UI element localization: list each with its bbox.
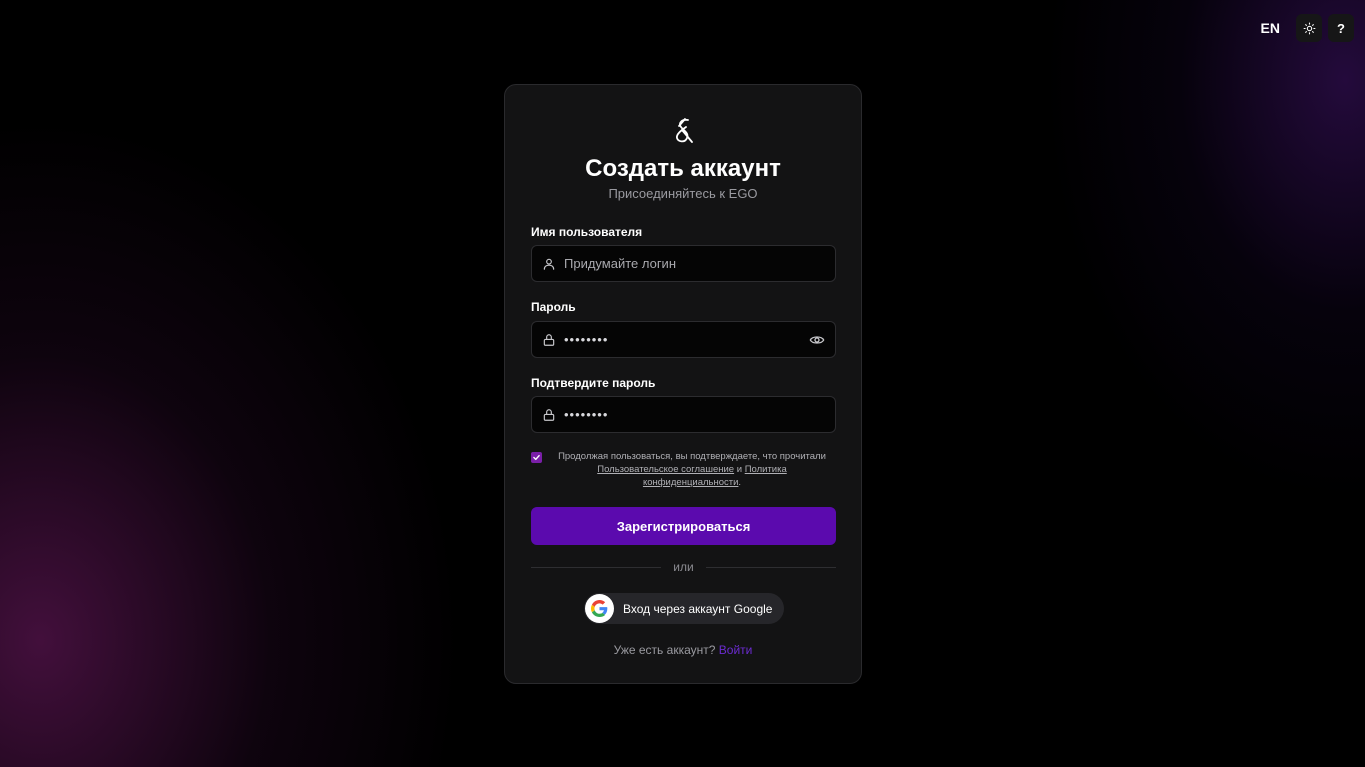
google-logo-icon <box>585 594 614 623</box>
terms-text-before: Продолжая пользоваться, вы подтверждаете… <box>558 451 826 462</box>
terms-conjunction: и <box>736 464 743 475</box>
register-button[interactable]: Зарегистрироваться <box>531 507 836 545</box>
lock-icon <box>543 408 555 421</box>
signup-card: Создать аккаунт Присоединяйтесь к EGO Им… <box>504 84 862 684</box>
ego-logo-icon <box>676 118 693 143</box>
eye-icon[interactable] <box>809 332 825 348</box>
divider-line <box>531 566 662 568</box>
divider-line <box>705 566 837 568</box>
theme-toggle-button[interactable] <box>1296 14 1322 42</box>
divider-text: или <box>673 560 694 574</box>
user-icon <box>543 258 555 270</box>
username-input[interactable] <box>564 256 825 271</box>
terms-checkbox[interactable] <box>531 452 542 463</box>
confirm-password-field[interactable] <box>531 396 836 433</box>
language-switcher[interactable]: EN <box>1251 14 1290 42</box>
lock-icon <box>543 333 555 346</box>
password-input[interactable] <box>564 332 809 347</box>
google-signin-button[interactable]: Вход через аккаунт Google <box>584 593 784 624</box>
page-subtitle: Присоединяйтесь к EGO <box>608 186 758 201</box>
top-toolbar: EN ? <box>1251 14 1354 42</box>
user-agreement-link[interactable]: Пользовательское соглашение <box>597 464 734 475</box>
username-label: Имя пользователя <box>531 225 643 239</box>
login-prompt-text: Уже есть аккаунт? <box>613 643 716 657</box>
password-label: Пароль <box>531 300 576 314</box>
check-icon <box>533 454 540 461</box>
sun-icon <box>1303 22 1315 34</box>
login-prompt: Уже есть аккаунт? Войти <box>505 643 861 657</box>
confirm-password-label: Подтвердите пароль <box>531 376 656 390</box>
terms-text: Продолжая пользоваться, вы подтверждаете… <box>548 450 836 489</box>
login-link[interactable]: Войти <box>719 643 753 657</box>
terms-period: . <box>738 477 742 488</box>
confirm-password-input[interactable] <box>564 407 825 422</box>
or-divider: или <box>531 559 837 575</box>
password-field[interactable] <box>531 321 836 358</box>
page-title: Создать аккаунт <box>585 155 781 182</box>
username-field[interactable] <box>531 245 836 282</box>
help-button[interactable]: ? <box>1328 14 1354 42</box>
google-signin-label: Вход через аккаунт Google <box>623 601 773 616</box>
terms-consent: Продолжая пользоваться, вы подтверждаете… <box>531 450 836 489</box>
